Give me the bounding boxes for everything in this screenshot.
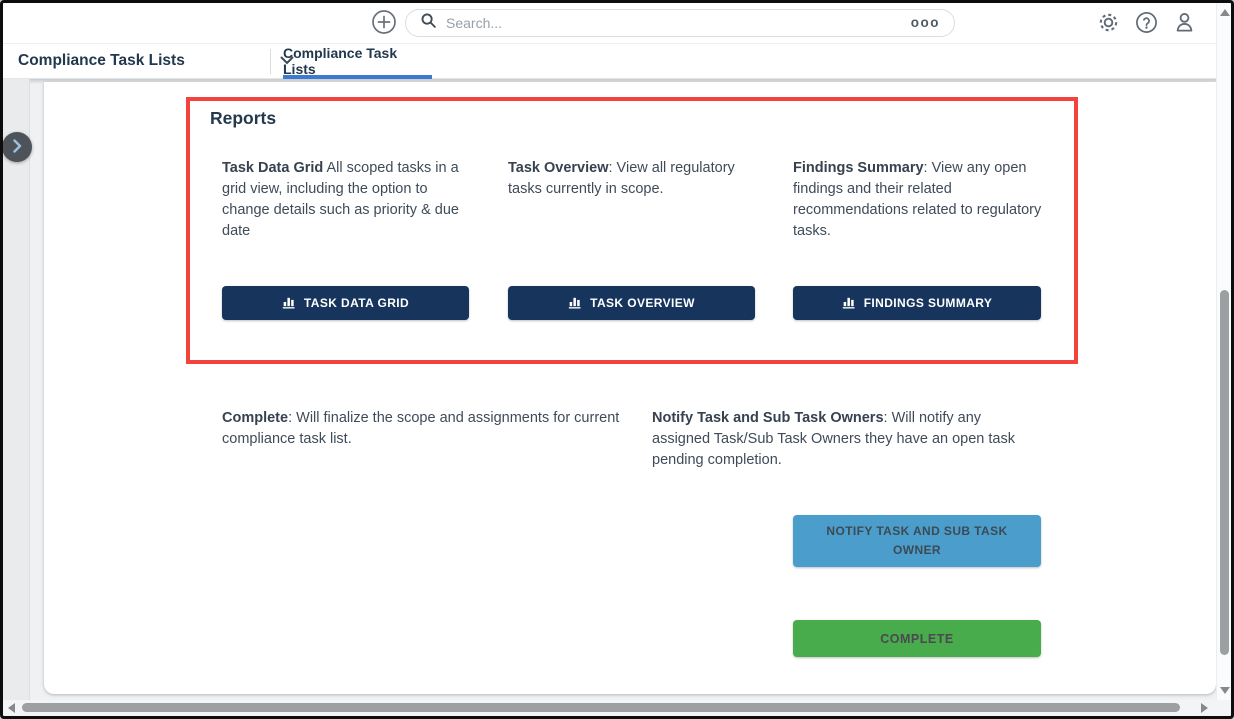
button-label: FINDINGS SUMMARY bbox=[864, 296, 993, 310]
search-bar[interactable]: ooo bbox=[405, 9, 955, 37]
task-data-grid-description: Task Data Grid All scoped tasks in a gri… bbox=[222, 158, 460, 242]
complete-button[interactable]: COMPLETE bbox=[793, 620, 1041, 657]
horizontal-scrollbar[interactable] bbox=[3, 700, 1217, 715]
search-icon bbox=[420, 12, 437, 34]
button-label: TASK OVERVIEW bbox=[590, 296, 695, 310]
bar-chart-icon bbox=[842, 295, 857, 312]
tab-compliance-task-lists[interactable]: Compliance Task Lists bbox=[283, 44, 432, 78]
bar-chart-icon bbox=[282, 295, 297, 312]
object-type-dropdown[interactable]: Compliance Task Lists bbox=[18, 44, 294, 78]
vertical-scrollbar[interactable] bbox=[1216, 3, 1231, 700]
task-overview-button[interactable]: TASK OVERVIEW bbox=[508, 286, 755, 320]
vertical-scroll-thumb[interactable] bbox=[1220, 290, 1229, 655]
scrollbar-corner bbox=[1216, 700, 1231, 715]
horizontal-scroll-thumb[interactable] bbox=[22, 703, 1180, 712]
task-overview-description: Task Overview: View all regulatory tasks… bbox=[508, 158, 744, 200]
sidebar-expand-button[interactable] bbox=[2, 132, 32, 162]
tab-label: Compliance Task Lists bbox=[283, 45, 432, 77]
findings-summary-button[interactable]: FINDINGS SUMMARY bbox=[793, 286, 1041, 320]
dropdown-label: Compliance Task Lists bbox=[18, 52, 185, 70]
search-overflow-menu[interactable]: ooo bbox=[911, 16, 940, 30]
task-data-grid-label: Task Data Grid bbox=[222, 160, 323, 176]
scroll-right-arrow[interactable] bbox=[1201, 703, 1208, 713]
settings-button[interactable] bbox=[1095, 11, 1121, 37]
collapsed-sidebar bbox=[3, 79, 30, 700]
plus-circle-icon bbox=[371, 9, 397, 38]
scroll-up-arrow[interactable] bbox=[1220, 9, 1230, 16]
notify-description: Notify Task and Sub Task Owners: Will no… bbox=[652, 408, 1042, 471]
chevron-right-icon bbox=[13, 139, 22, 156]
question-circle-icon bbox=[1135, 11, 1158, 37]
button-label: TASK DATA GRID bbox=[304, 296, 409, 310]
task-data-grid-button[interactable]: TASK DATA GRID bbox=[222, 286, 469, 320]
scroll-down-arrow[interactable] bbox=[1220, 687, 1230, 694]
scroll-left-arrow[interactable] bbox=[8, 703, 15, 713]
task-overview-label: Task Overview bbox=[508, 160, 609, 176]
profile-button[interactable] bbox=[1171, 11, 1197, 37]
nav-divider bbox=[270, 49, 271, 74]
search-input[interactable] bbox=[446, 15, 911, 31]
findings-summary-description: Findings Summary: View any open findings… bbox=[793, 158, 1045, 242]
complete-label: Complete bbox=[222, 410, 288, 426]
help-button[interactable] bbox=[1133, 11, 1159, 37]
content-card: Reports Task Data Grid All scoped tasks … bbox=[44, 82, 1216, 694]
notify-task-owners-button[interactable]: NOTIFY TASK AND SUB TASK OWNER bbox=[793, 515, 1041, 567]
findings-summary-label: Findings Summary bbox=[793, 160, 924, 176]
bar-chart-icon bbox=[568, 295, 583, 312]
add-button[interactable] bbox=[371, 10, 397, 36]
top-bar: ooo bbox=[3, 3, 1216, 44]
nav-bar: Compliance Task Lists Compliance Task Li… bbox=[3, 44, 1216, 79]
reports-section-title: Reports bbox=[210, 108, 276, 129]
complete-description: Complete: Will finalize the scope and as… bbox=[222, 408, 620, 450]
active-tab-indicator bbox=[283, 75, 432, 79]
notify-label: Notify Task and Sub Task Owners bbox=[652, 410, 884, 426]
user-icon bbox=[1173, 11, 1196, 37]
app-window: ooo bbox=[0, 0, 1234, 719]
gear-icon bbox=[1097, 11, 1120, 37]
